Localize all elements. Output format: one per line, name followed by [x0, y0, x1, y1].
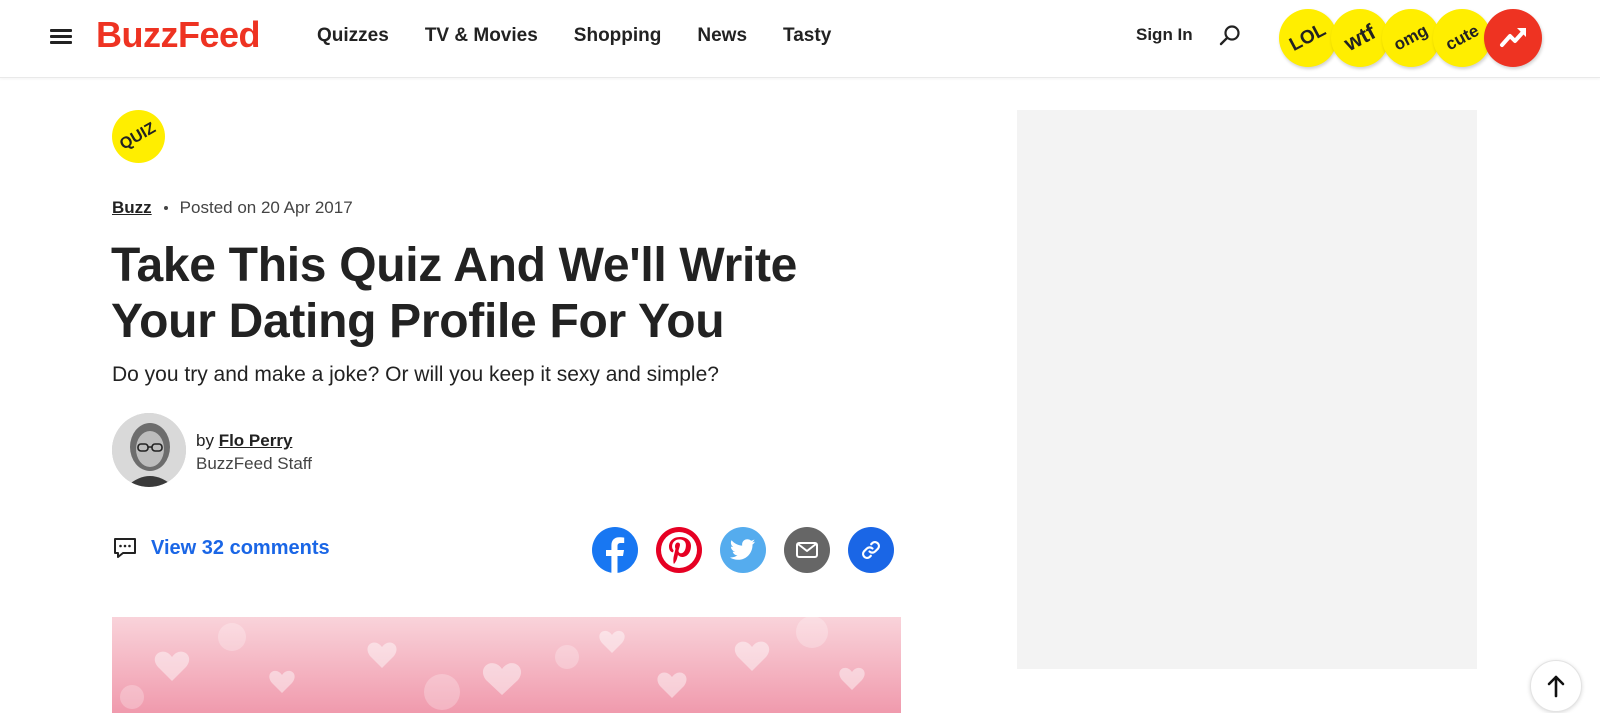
sign-in-link[interactable]: Sign In	[1136, 25, 1193, 45]
comment-icon	[114, 538, 136, 558]
category-link[interactable]: Buzz	[112, 198, 152, 218]
quiz-badge: QUIZ	[112, 110, 165, 163]
reaction-badges: LOL wtf omg cute	[1279, 9, 1544, 67]
site-header: BuzzFeed Quizzes TV & Movies Shopping Ne…	[0, 0, 1600, 78]
main-nav: Quizzes TV & Movies Shopping News Tasty	[317, 0, 867, 72]
badge-lol[interactable]: LOL	[1279, 9, 1337, 67]
buzzfeed-logo[interactable]: BuzzFeed	[96, 14, 261, 56]
facebook-icon	[606, 537, 625, 573]
search-icon[interactable]	[1218, 24, 1242, 48]
nav-item-quizzes[interactable]: Quizzes	[317, 25, 389, 47]
link-icon	[862, 541, 880, 559]
article-title: Take This Quiz And We'll Write Your Dati…	[111, 239, 798, 348]
twitter-icon	[730, 539, 755, 560]
back-to-top-button[interactable]	[1530, 660, 1582, 712]
meta-separator	[163, 206, 168, 210]
nav-item-news[interactable]: News	[697, 25, 747, 47]
badge-wtf[interactable]: wtf	[1331, 9, 1389, 67]
author-info: by Flo Perry BuzzFeed Staff	[196, 429, 312, 475]
comments-label: View 32 comments	[151, 536, 330, 559]
email-icon	[796, 542, 818, 558]
badge-cute[interactable]: cute	[1433, 9, 1491, 67]
article-subtitle: Do you try and make a joke? Or will you …	[112, 363, 719, 386]
share-email-button[interactable]	[784, 527, 830, 573]
copy-link-button[interactable]	[848, 527, 894, 573]
share-facebook-button[interactable]	[592, 527, 638, 573]
badge-omg[interactable]: omg	[1382, 9, 1440, 67]
nav-item-tasty[interactable]: Tasty	[783, 25, 831, 47]
author-name-link[interactable]: Flo Perry	[219, 431, 293, 450]
hearts-bokeh-image	[112, 617, 901, 713]
share-pinterest-button[interactable]	[656, 527, 702, 573]
hero-image	[112, 617, 901, 713]
arrow-up-icon	[1547, 675, 1565, 698]
badge-trending[interactable]	[1484, 9, 1542, 67]
share-twitter-button[interactable]	[720, 527, 766, 573]
view-comments-link[interactable]: View 32 comments	[112, 536, 330, 560]
posted-date: Posted on 20 Apr 2017	[179, 198, 353, 217]
byline-prefix: by	[196, 431, 214, 450]
sidebar-ad-slot	[1017, 110, 1477, 669]
hamburger-menu-icon[interactable]	[50, 26, 74, 48]
nav-item-shopping[interactable]: Shopping	[574, 25, 662, 47]
byline: by Flo Perry BuzzFeed Staff	[112, 413, 512, 489]
author-role: BuzzFeed Staff	[196, 454, 312, 473]
nav-item-tv-movies[interactable]: TV & Movies	[425, 25, 538, 47]
trending-arrow-icon	[1500, 28, 1526, 47]
author-photo	[112, 413, 186, 487]
pinterest-icon	[661, 532, 697, 568]
author-avatar[interactable]	[112, 413, 186, 487]
article-meta: Buzz Posted on 20 Apr 2017	[112, 198, 353, 218]
share-bar	[592, 527, 894, 573]
